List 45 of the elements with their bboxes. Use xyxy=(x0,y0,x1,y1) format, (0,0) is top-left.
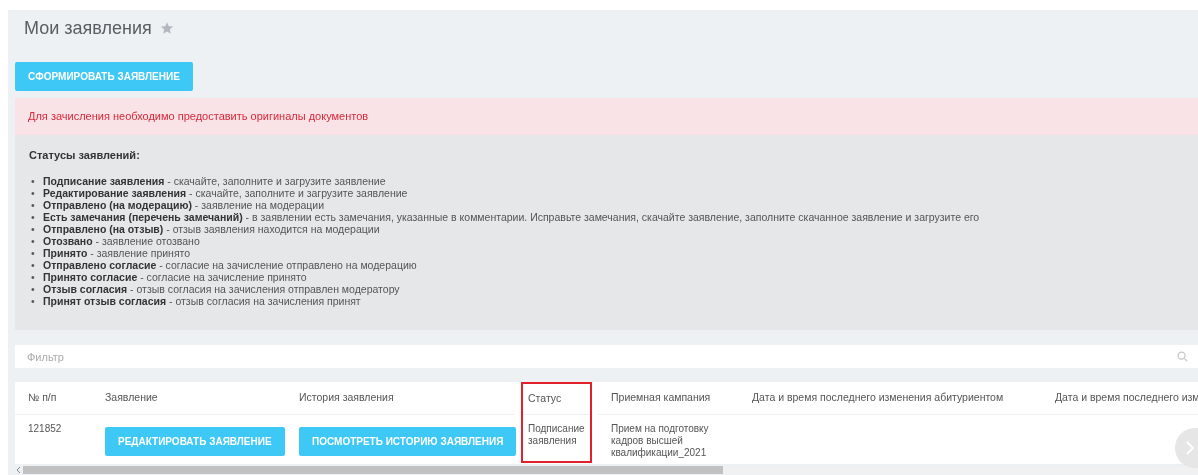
list-bullet: • xyxy=(30,174,36,187)
status-description: Принято - заявление принято xyxy=(43,246,191,259)
status-description: Отозвано - заявление отозвано xyxy=(43,234,200,247)
list-bullet: • xyxy=(30,294,36,307)
star-icon[interactable] xyxy=(159,21,174,35)
list-bullet: • xyxy=(30,186,36,199)
column-header: Дата и время последнего изменения абитуриентом xyxy=(752,390,1004,406)
status-description: Принят отзыв согласия - отзыв согласия на зачисления принят xyxy=(43,294,361,307)
column-header: № п/п xyxy=(28,390,57,406)
list-bullet: • xyxy=(30,222,36,235)
column-header: Приемная кампания xyxy=(611,390,711,406)
page-title: Мои заявления xyxy=(24,16,152,40)
table-action-button[interactable]: РЕДАКТИРОВАТЬ ЗАЯВЛЕНИЕ xyxy=(105,427,285,456)
create-application-button[interactable]: СФОРМИРОВАТЬ ЗАЯВЛЕНИЕ xyxy=(15,62,193,91)
list-bullet: • xyxy=(30,246,36,259)
status-description: Отправлено согласие - согласие на зачисление отправлено на модерацию xyxy=(43,258,417,271)
list-bullet: • xyxy=(30,258,36,271)
list-bullet: • xyxy=(30,234,36,247)
list-bullet: • xyxy=(30,270,36,283)
status-description: Есть замечания (перечень замечаний) - в заявлении есть замечания, указанные в комментарии. Исправьте замечания, скачайте заявление, заполните скачанное заявление и загрузите его xyxy=(43,210,980,223)
horizontal-scrollbar[interactable] xyxy=(23,466,1198,474)
status-description: Отправлено (на модерацию) - заявление на модерации xyxy=(43,198,325,211)
alert-text: Для зачисления необходимо предоставить оригиналы документов xyxy=(28,109,369,125)
table-cell-text: Прием на подготовку кадров высшей квалификации_2021 xyxy=(611,423,710,459)
table-cell-text: Подписание заявления xyxy=(528,423,586,447)
status-description: Подписание заявления - скачайте, заполните и загрузите заявление xyxy=(43,174,386,187)
scroll-left-icon[interactable] xyxy=(15,466,23,474)
column-header: Дата и время последнего изм xyxy=(1055,390,1198,406)
list-bullet: • xyxy=(30,198,36,211)
search-icon xyxy=(1177,351,1188,362)
scrollbar-thumb[interactable] xyxy=(23,466,723,474)
statuses-heading: Статусы заявлений: xyxy=(29,148,141,163)
column-header: История заявления xyxy=(299,390,394,406)
filter-field[interactable]: Фильтр xyxy=(15,345,1198,368)
column-header: Статус xyxy=(528,391,562,407)
list-bullet: • xyxy=(30,210,36,223)
table-cell-text: 121852 xyxy=(28,423,63,435)
column-header: Заявление xyxy=(105,390,158,406)
status-description: Отзыв согласия - отзыв согласия на зачисления отправлен модератору xyxy=(43,282,400,295)
status-description: Принято согласие - согласие на зачисление принято xyxy=(43,270,307,283)
status-description: Отправлено (на отзыв) - отзыв заявления находится на модерации xyxy=(43,222,380,235)
table-action-button[interactable]: ПОСМОТРЕТЬ ИСТОРИЮ ЗАЯВЛЕНИЯ xyxy=(299,427,517,456)
chevron-right-icon xyxy=(1185,440,1195,456)
list-bullet: • xyxy=(30,282,36,295)
status-description: Редактирование заявления - скачайте, заполните и загрузите заявление xyxy=(43,186,408,199)
